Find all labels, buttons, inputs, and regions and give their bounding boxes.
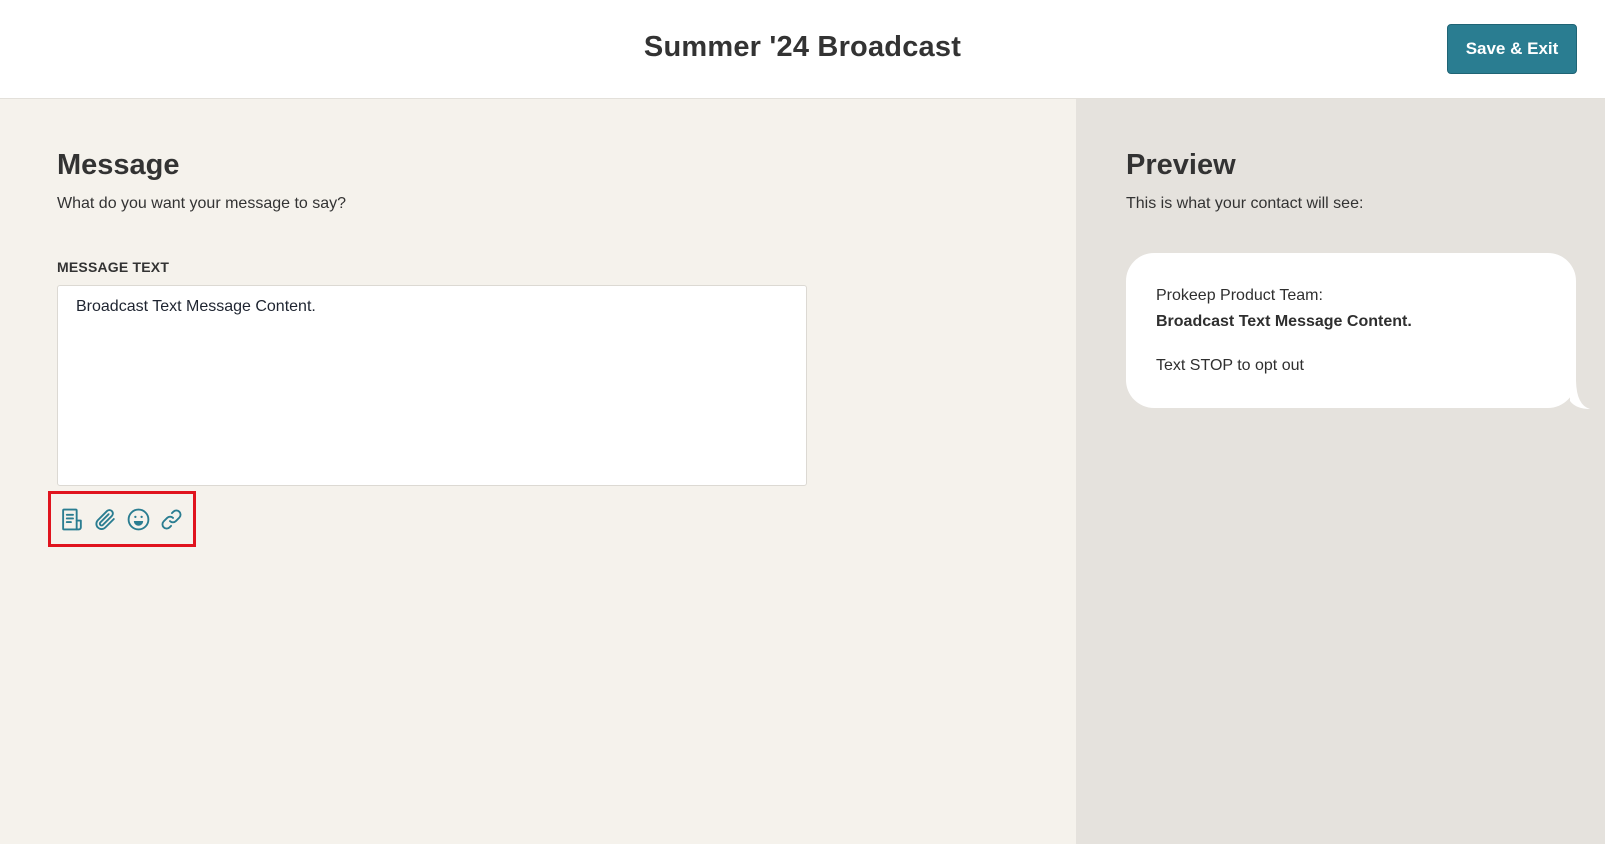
preview-message-body: Broadcast Text Message Content. xyxy=(1156,313,1412,330)
template-icon[interactable] xyxy=(60,507,85,532)
top-bar: Summer '24 Broadcast Save & Exit xyxy=(0,0,1605,99)
attachment-icon[interactable] xyxy=(93,507,118,532)
message-toolbar xyxy=(48,491,196,547)
link-icon[interactable] xyxy=(159,507,184,532)
message-panel: Message What do you want your message to… xyxy=(0,99,1076,844)
message-section-title: Message xyxy=(57,149,180,181)
message-section-subtitle: What do you want your message to say? xyxy=(57,195,347,212)
message-text-input[interactable]: Broadcast Text Message Content. xyxy=(57,285,807,486)
preview-section-title: Preview xyxy=(1126,149,1236,181)
preview-panel: Preview This is what your contact will s… xyxy=(1076,99,1605,844)
preview-sender: Prokeep Product Team: xyxy=(1156,287,1323,304)
emoji-icon[interactable] xyxy=(126,507,151,532)
preview-opt-out: Text STOP to opt out xyxy=(1156,357,1304,374)
page-title: Summer '24 Broadcast xyxy=(643,31,962,63)
preview-section-subtitle: This is what your contact will see: xyxy=(1126,195,1364,212)
bubble-tail xyxy=(1570,379,1590,409)
preview-message-bubble: Prokeep Product Team: Broadcast Text Mes… xyxy=(1126,253,1576,408)
save-and-exit-button[interactable]: Save & Exit xyxy=(1447,24,1577,74)
message-text-label: MESSAGE TEXT xyxy=(57,259,170,275)
